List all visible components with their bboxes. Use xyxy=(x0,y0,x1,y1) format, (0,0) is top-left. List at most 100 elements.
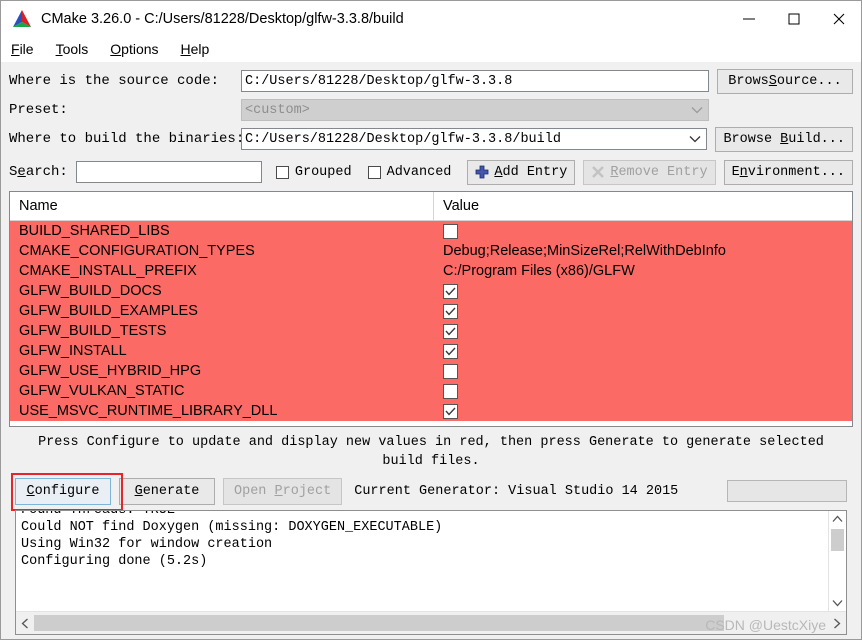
log-line: Could NOT find Doxygen (missing: DOXYGEN… xyxy=(21,520,443,535)
cache-entry-value[interactable] xyxy=(434,301,852,321)
checkbox-checked-icon[interactable] xyxy=(443,323,458,339)
add-entry-button[interactable]: Add Entry xyxy=(467,159,576,185)
grouped-checkbox[interactable]: Grouped xyxy=(275,164,352,180)
cache-entries-table: Name Value BUILD_SHARED_LIBS CMAKE_CONFIG… xyxy=(9,191,853,427)
column-header-value[interactable]: Value xyxy=(434,192,852,220)
scroll-left-arrow-icon[interactable] xyxy=(16,612,34,634)
main-content: Where is the source code: C:/Users/81228… xyxy=(1,62,861,639)
table-row[interactable]: CMAKE_INSTALL_PREFIX C:/Program Files (x8… xyxy=(10,261,852,281)
checkbox-unchecked-icon[interactable] xyxy=(443,383,458,399)
menu-options-mnemonic: O xyxy=(110,41,122,57)
table-row[interactable]: GLFW_BUILD_TESTS xyxy=(10,321,852,341)
progress-bar xyxy=(727,480,847,502)
menu-item-file[interactable]: File xyxy=(11,41,34,57)
close-button[interactable] xyxy=(816,1,861,36)
menu-options-rest: ptions xyxy=(121,41,159,57)
table-row[interactable]: GLFW_VULKAN_STATIC xyxy=(10,381,852,401)
generate-button[interactable]: Generate xyxy=(119,477,215,505)
table-row[interactable]: USE_MSVC_RUNTIME_LIBRARY_DLL xyxy=(10,401,852,421)
cache-entry-name: GLFW_INSTALL xyxy=(19,343,127,359)
preset-row: Preset: <custom> xyxy=(9,97,853,123)
cache-entry-value[interactable]: C:/Program Files (x86)/GLFW xyxy=(434,261,852,281)
open-project-mnemonic: P xyxy=(274,483,283,499)
menu-bar: File Tools Options Help xyxy=(1,36,861,62)
source-code-input[interactable]: C:/Users/81228/Desktop/glfw-3.3.8 xyxy=(241,70,709,92)
checkbox-unchecked-icon[interactable] xyxy=(443,223,458,239)
menu-tools-mnemonic: T xyxy=(55,41,63,57)
log-horizontal-scrollbar[interactable]: CSDN @UestcXiye xyxy=(16,611,846,634)
cache-entry-value[interactable] xyxy=(434,321,852,341)
preset-value: <custom> xyxy=(245,102,310,118)
cache-entry-name: GLFW_BUILD_TESTS xyxy=(19,323,167,339)
table-row[interactable]: GLFW_USE_HYBRID_HPG xyxy=(10,361,852,381)
browse-build-mnemonic: B xyxy=(780,131,789,147)
source-code-label: Where is the source code: xyxy=(9,73,220,89)
search-row: Search: Grouped Advanced Add Entry Remov… xyxy=(9,158,853,186)
scroll-right-arrow-icon[interactable] xyxy=(828,612,846,634)
table-row[interactable]: CMAKE_CONFIGURATION_TYPES Debug;Release;M… xyxy=(10,241,852,261)
cache-entry-value[interactable] xyxy=(434,361,852,381)
chevron-down-icon[interactable] xyxy=(688,132,702,146)
cache-entry-value[interactable] xyxy=(434,381,852,401)
checkbox-checked-icon[interactable] xyxy=(443,403,458,419)
advanced-checkbox[interactable]: Advanced xyxy=(367,164,452,180)
checkbox-checked-icon[interactable] xyxy=(443,303,458,319)
menu-file-mnemonic: F xyxy=(11,41,20,57)
cache-entry-name: GLFW_BUILD_EXAMPLES xyxy=(19,303,198,319)
table-row[interactable]: GLFW_BUILD_DOCS xyxy=(10,281,852,301)
horizontal-scroll-thumb[interactable] xyxy=(34,615,724,631)
cache-entry-name: CMAKE_CONFIGURATION_TYPES xyxy=(19,243,255,259)
menu-item-help[interactable]: Help xyxy=(181,41,210,57)
plus-icon xyxy=(475,165,489,179)
search-input[interactable] xyxy=(75,161,262,183)
log-output-text[interactable]: Found Threads: TRUECould NOT find Doxyge… xyxy=(16,511,828,611)
minimize-button[interactable] xyxy=(726,1,771,36)
checkbox-checked-icon[interactable] xyxy=(443,283,458,299)
scroll-up-arrow-icon[interactable] xyxy=(829,511,846,527)
advanced-checkbox-label: Advanced xyxy=(386,164,452,180)
preset-dropdown[interactable]: <custom> xyxy=(241,99,709,121)
scroll-down-arrow-icon[interactable] xyxy=(829,595,846,611)
cache-entry-name: GLFW_USE_HYBRID_HPG xyxy=(19,363,202,379)
menu-item-options[interactable]: Options xyxy=(110,41,158,57)
remove-entry-mnemonic: R xyxy=(610,164,619,180)
maximize-button[interactable] xyxy=(771,1,816,36)
table-header: Name Value xyxy=(10,192,852,221)
grouped-checkbox-label: Grouped xyxy=(294,164,352,180)
cache-entry-value[interactable] xyxy=(434,281,852,301)
menu-help-mnemonic: H xyxy=(180,41,191,57)
checkbox-checked-icon[interactable] xyxy=(443,343,458,359)
table-row[interactable]: BUILD_SHARED_LIBS xyxy=(10,221,852,241)
column-header-name[interactable]: Name xyxy=(10,192,434,220)
add-entry-mnemonic: A xyxy=(494,164,503,180)
environment-mnemonic: n xyxy=(739,164,748,180)
grouped-checkbox-box[interactable] xyxy=(275,165,289,179)
cache-entry-value[interactable] xyxy=(434,221,852,241)
configure-button[interactable]: Configure xyxy=(15,477,111,505)
browse-source-button[interactable]: BrowsSource... xyxy=(717,68,853,94)
table-row[interactable]: GLFW_BUILD_EXAMPLES xyxy=(10,301,852,321)
search-label: Search: xyxy=(9,164,68,180)
build-binaries-value: C:/Users/81228/Desktop/glfw-3.3.8/build xyxy=(245,131,561,147)
cache-entry-value[interactable] xyxy=(434,341,852,361)
window-controls xyxy=(726,1,861,36)
browse-build-button[interactable]: Browse Build... xyxy=(715,126,853,152)
source-code-row: Where is the source code: C:/Users/81228… xyxy=(9,68,853,94)
status-message: Press Configure to update and display ne… xyxy=(38,435,824,469)
generate-mnemonic: G xyxy=(134,483,143,499)
advanced-checkbox-box[interactable] xyxy=(367,165,381,179)
log-vertical-scrollbar[interactable] xyxy=(828,511,846,611)
checkbox-unchecked-icon[interactable] xyxy=(443,363,458,379)
cache-entry-value[interactable] xyxy=(434,401,852,421)
cache-entry-name: GLFW_VULKAN_STATIC xyxy=(19,383,185,399)
table-row[interactable]: GLFW_INSTALL xyxy=(10,341,852,361)
remove-entry-button: Remove Entry xyxy=(583,159,716,185)
window-title: CMake 3.26.0 - C:/Users/81228/Desktop/gl… xyxy=(41,10,404,27)
vertical-scroll-thumb[interactable] xyxy=(831,529,844,551)
cache-entry-name: GLFW_BUILD_DOCS xyxy=(19,283,162,299)
build-binaries-input[interactable]: C:/Users/81228/Desktop/glfw-3.3.8/build xyxy=(241,128,708,150)
browse-source-mnemonic: S xyxy=(768,73,777,89)
environment-button[interactable]: Environment... xyxy=(723,159,853,185)
menu-item-tools[interactable]: Tools xyxy=(56,41,89,57)
cache-entry-value[interactable]: Debug;Release;MinSizeRel;RelWithDebInfo xyxy=(434,241,852,261)
